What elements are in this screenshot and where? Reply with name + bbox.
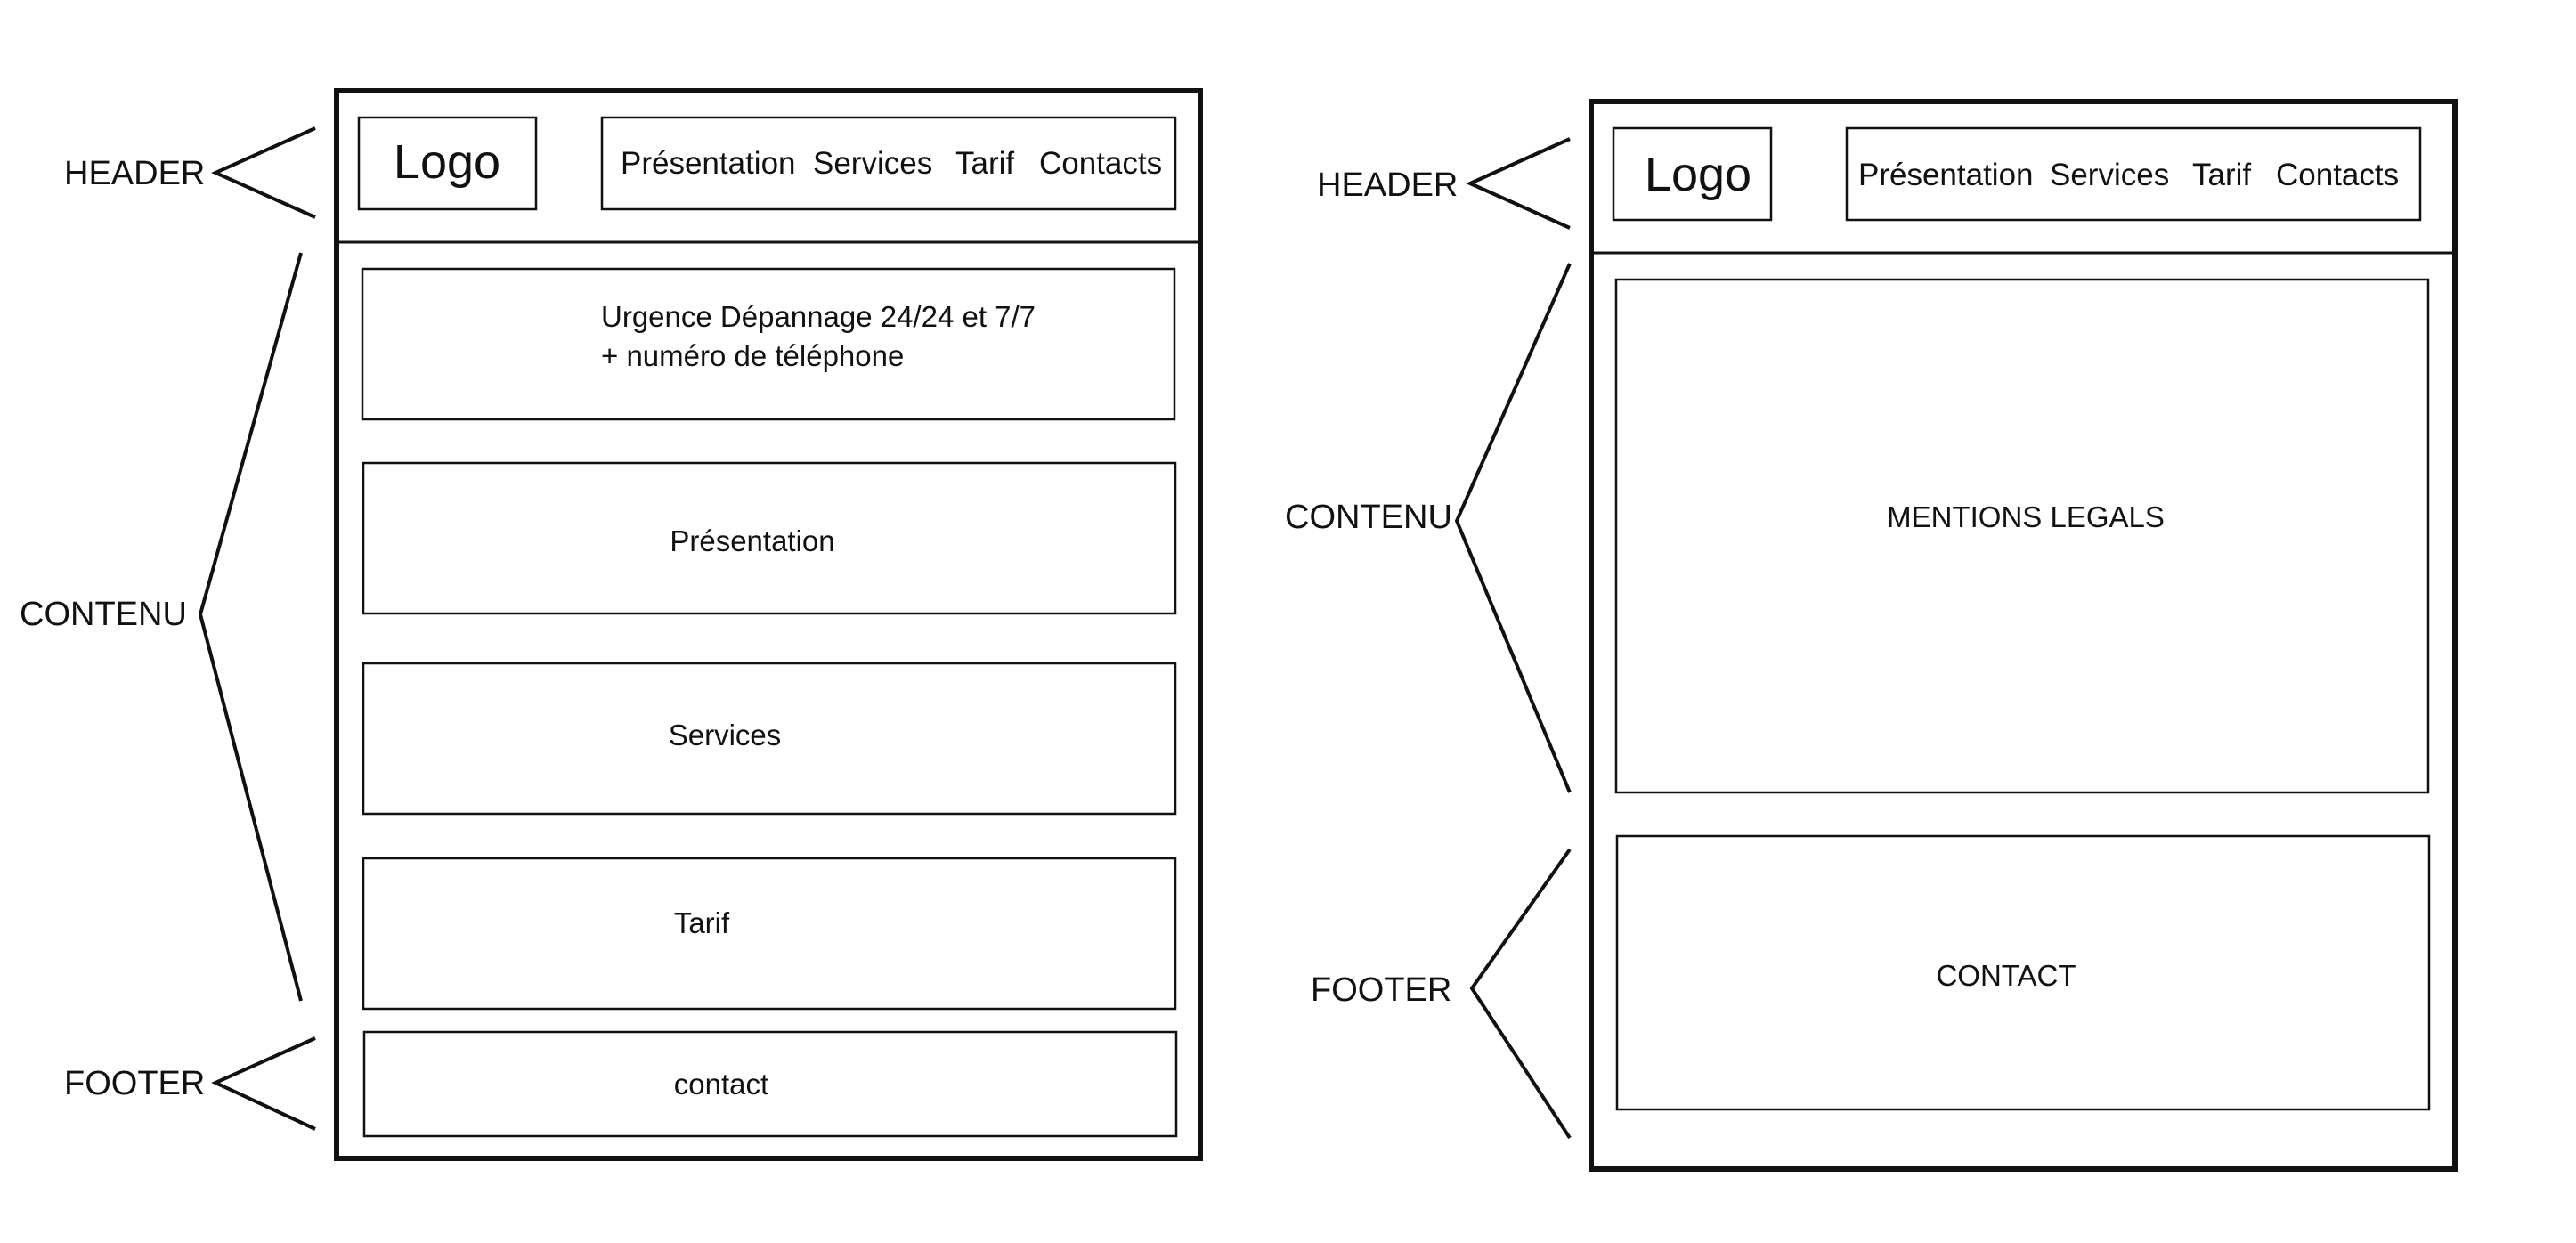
page-frame [334, 88, 1203, 1161]
nav-item-presentation: Présentation [1858, 158, 2034, 192]
header-bracket [1466, 137, 1571, 230]
logo-text: Logo [394, 135, 500, 189]
footer-box [362, 1030, 1178, 1138]
footer-label: CONTACT [1936, 959, 2076, 992]
section-urgence-line-1: Urgence Dépannage 24/24 et 7/7 [601, 300, 1036, 333]
wireframe-diagram: Logo Présentation Services Tarif Contact… [20, 88, 2458, 1172]
content-bracket [1454, 263, 1572, 793]
section-mentions-legales-label: MENTIONS LEGALS [1887, 500, 2165, 533]
section-services-label: Services [669, 719, 782, 751]
nav-item-tarif: Tarif [955, 146, 1014, 181]
wireframe-home: Logo Présentation Services Tarif Contact… [20, 88, 1203, 1161]
content-side-label: CONTENU [20, 596, 187, 633]
wireframe-legal: Logo Présentation Services Tarif Contact… [1285, 99, 2458, 1172]
section-presentation-label: Présentation [670, 524, 834, 557]
footer-side-label: FOOTER [64, 1065, 205, 1102]
nav-item-contacts: Contacts [1039, 146, 1162, 181]
section-mentions-legales [1614, 278, 2430, 794]
footer-bracket [211, 1036, 316, 1131]
content-bracket [198, 252, 303, 1002]
page-frame [1589, 99, 2458, 1172]
section-tarif-label: Tarif [674, 906, 730, 939]
nav-item-tarif: Tarif [2192, 158, 2251, 192]
header-side-label: HEADER [64, 155, 205, 192]
logo-text: Logo [1645, 148, 1751, 201]
nav-item-services: Services [813, 146, 932, 181]
footer-bracket [1469, 848, 1572, 1140]
header-bracket [211, 126, 316, 219]
nav-item-services: Services [2050, 158, 2169, 192]
header-side-label: HEADER [1317, 167, 1458, 204]
footer-side-label: FOOTER [1311, 971, 1451, 1009]
content-side-label: CONTENU [1285, 499, 1452, 536]
section-tarif [362, 857, 1177, 1011]
nav-item-presentation: Présentation [621, 146, 796, 181]
section-urgence-line-2: + numéro de téléphone [601, 339, 904, 372]
footer-label: contact [674, 1068, 768, 1101]
nav-item-contacts: Contacts [2276, 158, 2399, 192]
